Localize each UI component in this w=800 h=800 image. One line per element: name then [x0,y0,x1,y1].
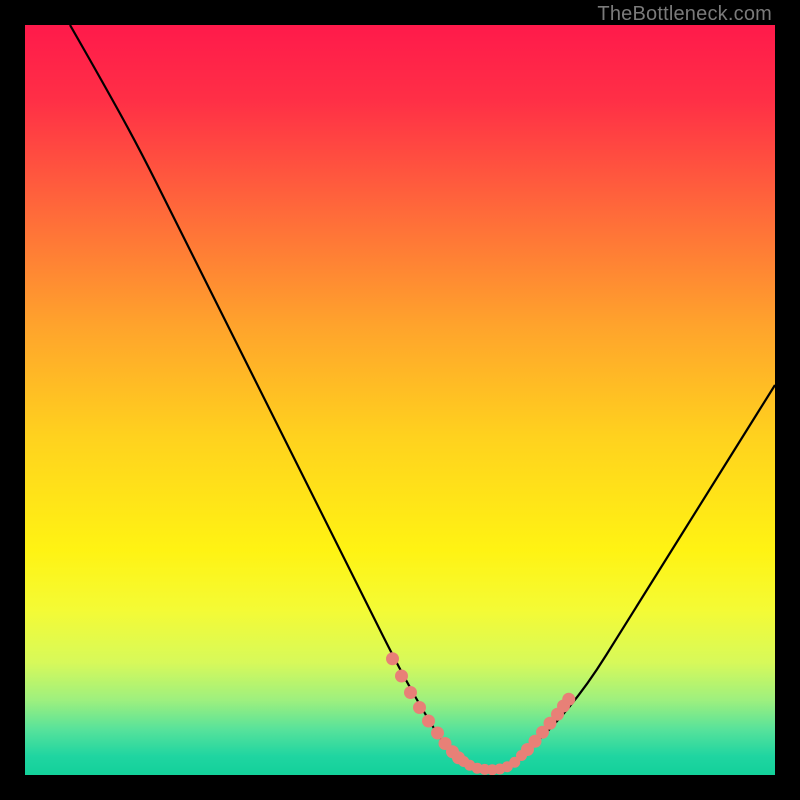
highlight-marker [404,686,417,699]
highlight-marker [413,701,426,714]
chart-frame [25,25,775,775]
chart-plot [25,25,775,775]
highlight-marker [431,727,444,740]
watermark-text: TheBottleneck.com [597,3,772,26]
highlight-marker [562,693,575,706]
highlight-marker [516,750,527,761]
highlight-marker [395,670,408,683]
highlight-marker [422,715,435,728]
highlight-marker [386,652,399,665]
chart-background [25,25,775,775]
